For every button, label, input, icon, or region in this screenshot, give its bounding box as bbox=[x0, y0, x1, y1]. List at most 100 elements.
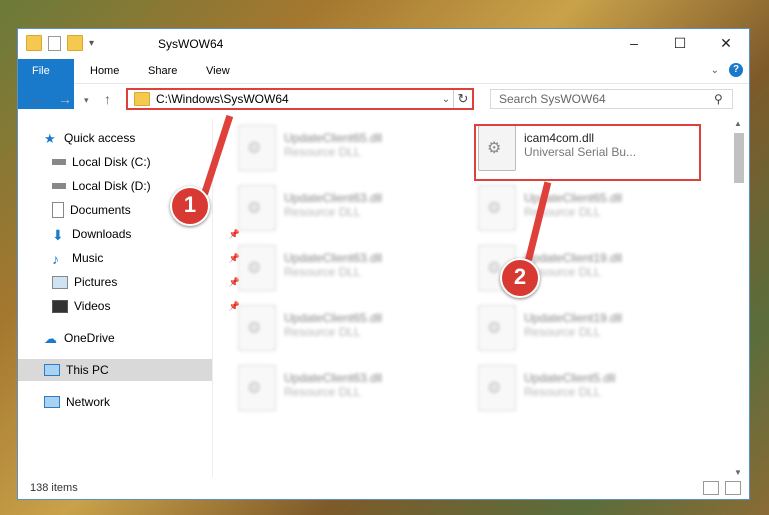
file-description: Resource DLL bbox=[284, 265, 361, 279]
sidebar-item-label: Network bbox=[66, 395, 111, 409]
sidebar-item-downloads[interactable]: ⬇ Downloads 📌 bbox=[18, 223, 246, 245]
file-item[interactable]: UpdateClient65.dllResource DLL bbox=[238, 305, 382, 355]
downloads-icon: ⬇ bbox=[52, 227, 64, 243]
music-icon: ♪ bbox=[52, 251, 59, 267]
recent-locations-icon[interactable]: ▾ bbox=[84, 95, 89, 106]
file-item[interactable]: UpdateClient63.dllResource DLL bbox=[238, 365, 382, 415]
sidebar-item-label: Local Disk (D:) bbox=[72, 179, 151, 193]
drive-icon bbox=[52, 159, 66, 165]
explorer-window: ▾ SysWOW64 – ☐ ✕ File Home Share View ⌄ … bbox=[17, 28, 750, 500]
file-item[interactable]: UpdateClient65.dllResource DLL bbox=[478, 185, 622, 235]
sidebar-item-music[interactable]: ♪ Music 📌 bbox=[18, 247, 246, 269]
pictures-icon bbox=[52, 275, 68, 289]
drive-icon bbox=[52, 183, 66, 189]
sidebar-item-network[interactable]: Network bbox=[18, 391, 238, 413]
file-name: UpdateClient63.dll bbox=[284, 191, 383, 205]
dll-file-icon bbox=[478, 305, 516, 351]
file-description: Resource DLL bbox=[284, 385, 361, 399]
refresh-icon[interactable]: ↻ bbox=[453, 90, 472, 108]
status-bar: 138 items bbox=[18, 477, 749, 499]
file-description: Resource DLL bbox=[524, 325, 601, 339]
dll-file-icon bbox=[238, 125, 276, 171]
file-name: UpdateClient19.dll bbox=[524, 251, 623, 265]
sidebar-item-label: Local Disk (C:) bbox=[72, 155, 151, 169]
star-icon: ★ bbox=[44, 131, 56, 146]
details-view-icon[interactable] bbox=[703, 481, 719, 495]
sidebar-item-label: Videos bbox=[74, 299, 111, 313]
videos-icon bbox=[52, 299, 68, 313]
tab-view[interactable]: View bbox=[192, 59, 244, 83]
file-name: UpdateClient63.dll bbox=[284, 251, 383, 265]
file-item[interactable]: UpdateClient63.dllResource DLL bbox=[238, 245, 382, 295]
sidebar-item-label: Quick access bbox=[64, 131, 136, 145]
sidebar-item-this-pc[interactable]: This PC bbox=[18, 359, 212, 381]
forward-icon[interactable]: → bbox=[58, 91, 72, 107]
sidebar-item-label: Documents bbox=[70, 203, 131, 217]
documents-icon bbox=[52, 202, 64, 218]
expand-ribbon-icon[interactable]: ⌄ bbox=[711, 65, 719, 76]
sidebar-item-quick-access[interactable]: ★ Quick access bbox=[18, 127, 238, 149]
large-icons-view-icon[interactable] bbox=[725, 481, 741, 495]
file-description: Resource DLL bbox=[284, 145, 361, 159]
file-item[interactable]: UpdateClient19.dllResource DLL bbox=[478, 305, 622, 355]
cloud-icon: ☁ bbox=[44, 331, 57, 346]
close-button[interactable]: ✕ bbox=[703, 29, 749, 57]
search-icon[interactable]: ⚲ bbox=[714, 92, 732, 106]
file-description: Resource DLL bbox=[284, 325, 361, 339]
dll-file-icon bbox=[478, 185, 516, 231]
dll-file-icon bbox=[238, 365, 276, 411]
item-count: 138 items bbox=[30, 482, 78, 494]
file-name: UpdateClient65.dll bbox=[284, 131, 383, 145]
tab-share[interactable]: Share bbox=[134, 59, 191, 83]
sidebar-item-videos[interactable]: Videos 📌 bbox=[18, 295, 246, 317]
file-item[interactable]: UpdateClient19.dllResource DLL bbox=[478, 245, 622, 295]
sidebar-item-label: This PC bbox=[66, 363, 109, 377]
back-icon[interactable]: ← bbox=[30, 91, 44, 107]
scroll-down-icon[interactable]: ▼ bbox=[734, 468, 742, 477]
up-icon[interactable]: ↑ bbox=[104, 91, 111, 107]
sidebar-item-pictures[interactable]: Pictures 📌 bbox=[18, 271, 246, 293]
new-folder-icon[interactable] bbox=[67, 35, 83, 51]
file-item[interactable]: UpdateClient65.dllResource DLL bbox=[238, 125, 382, 175]
properties-icon[interactable] bbox=[48, 35, 61, 51]
address-bar[interactable]: C:\Windows\SysWOW64 ⌄ ↻ bbox=[126, 88, 474, 110]
folder-icon bbox=[134, 92, 150, 106]
file-name: UpdateClient19.dll bbox=[524, 311, 623, 325]
search-box[interactable]: Search SysWOW64 ⚲ bbox=[490, 89, 733, 109]
dll-file-icon bbox=[238, 305, 276, 351]
computer-icon bbox=[44, 364, 60, 376]
file-item[interactable]: UpdateClient63.dllResource DLL bbox=[238, 185, 382, 235]
sidebar-item-onedrive[interactable]: ☁ OneDrive bbox=[18, 327, 238, 349]
scroll-up-icon[interactable]: ▲ bbox=[734, 119, 742, 128]
sidebar-item-label: Music bbox=[72, 251, 104, 265]
customize-toolbar-icon[interactable]: ▾ bbox=[89, 38, 94, 49]
quick-access-toolbar: ▾ bbox=[26, 35, 94, 51]
dll-file-icon bbox=[238, 245, 276, 291]
maximize-button[interactable]: ☐ bbox=[657, 29, 703, 57]
minimize-button[interactable]: – bbox=[611, 29, 657, 57]
sidebar-item-documents[interactable]: Documents bbox=[18, 199, 246, 221]
window-title: SysWOW64 bbox=[158, 37, 224, 51]
dll-file-icon bbox=[478, 365, 516, 411]
file-highlight-box bbox=[474, 124, 701, 181]
help-icon[interactable]: ? bbox=[729, 63, 743, 77]
step-marker-2: 2 bbox=[500, 258, 540, 298]
scrollbar-thumb[interactable] bbox=[734, 133, 744, 183]
folder-icon bbox=[26, 35, 42, 51]
address-path[interactable]: C:\Windows\SysWOW64 bbox=[156, 92, 439, 106]
vertical-scrollbar[interactable]: ▲ ▼ bbox=[732, 119, 746, 477]
file-name: UpdateClient65.dll bbox=[284, 311, 383, 325]
file-description: Resource DLL bbox=[284, 205, 361, 219]
tab-home[interactable]: Home bbox=[76, 59, 133, 83]
network-icon bbox=[44, 396, 60, 408]
ribbon: File Home Share View ⌄ ? bbox=[18, 59, 749, 109]
search-placeholder[interactable]: Search SysWOW64 bbox=[491, 92, 714, 106]
chevron-down-icon[interactable]: ⌄ bbox=[439, 94, 453, 105]
navigation-pane: ★ Quick access Local Disk (C:) Local Dis… bbox=[18, 119, 240, 477]
step-marker-1: 1 bbox=[170, 186, 210, 226]
file-item[interactable]: UpdateClient5.dllResource DLL bbox=[478, 365, 615, 415]
sidebar-item-label: Downloads bbox=[72, 227, 132, 241]
sidebar-item-label: OneDrive bbox=[64, 331, 115, 345]
file-name: UpdateClient5.dll bbox=[524, 371, 616, 385]
file-description: Resource DLL bbox=[524, 385, 601, 399]
